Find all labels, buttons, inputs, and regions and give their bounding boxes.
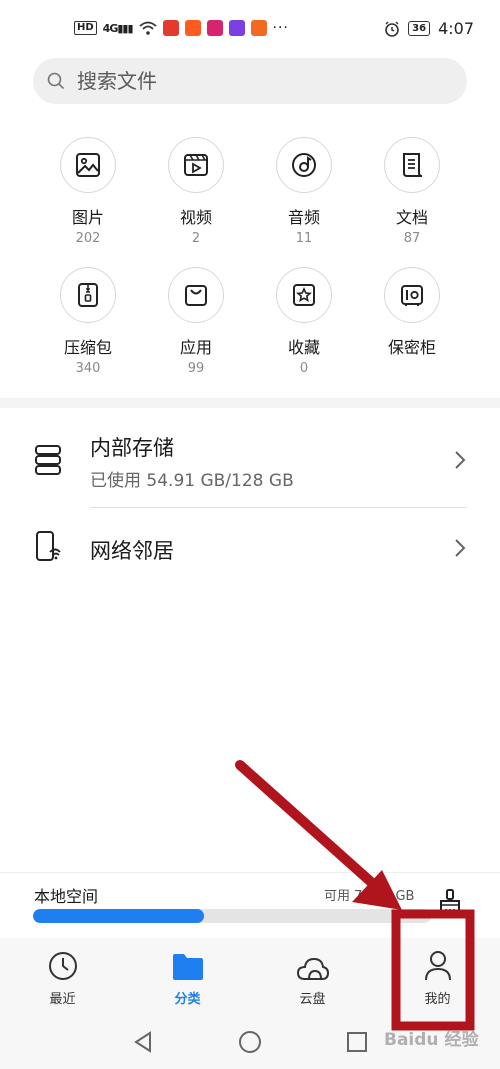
app-notification-icon	[162, 20, 179, 36]
safe-icon	[401, 285, 423, 306]
archive-icon	[78, 283, 98, 307]
category-images[interactable]: 图片 202	[33, 137, 143, 246]
local-space-available: 可用 73.09 GB	[324, 889, 415, 904]
nav-recent[interactable]: 最近	[0, 938, 125, 1016]
file-manager-screen: HD 4G▮▮▮ ··· 36 4:07 图片 202 视频	[0, 0, 500, 1069]
app-notification-icon	[184, 20, 201, 36]
nav-label: 分类	[174, 992, 201, 1007]
category-safe[interactable]: 保密柜	[357, 267, 467, 358]
cleanup-broom-icon[interactable]	[438, 889, 462, 919]
battery-indicator: 36	[408, 21, 431, 36]
app-notification-icon	[250, 20, 267, 36]
app-bag-icon	[185, 285, 207, 306]
nav-label: 我的	[424, 992, 451, 1007]
network-neighbors-row[interactable]: 网络邻居	[0, 508, 500, 588]
search-bar[interactable]	[33, 58, 467, 104]
status-right: 36 4:07	[384, 19, 474, 38]
category-count: 340	[75, 361, 101, 376]
baidu-watermark: Baidu 经验	[384, 1030, 479, 1050]
category-count: 202	[75, 231, 101, 246]
clock-icon	[48, 952, 77, 980]
category-label: 压缩包	[63, 338, 112, 357]
category-count: 99	[187, 361, 205, 376]
category-count: 87	[403, 231, 421, 246]
audio-icon	[292, 153, 316, 177]
search-icon	[47, 72, 65, 90]
chevron-right-icon	[455, 451, 466, 469]
back-triangle-icon[interactable]	[133, 1031, 153, 1053]
category-label: 保密柜	[387, 338, 436, 357]
more-notifications-icon: ···	[272, 20, 289, 36]
nav-label: 云盘	[299, 992, 326, 1007]
category-count: 2	[191, 231, 201, 246]
person-icon	[424, 951, 451, 981]
section-divider	[0, 398, 500, 408]
storage-progress-bar	[33, 909, 431, 923]
clock-time: 4:07	[438, 19, 474, 38]
storage-icon	[35, 445, 61, 475]
nav-label: 最近	[49, 992, 76, 1007]
local-space-panel: 本地空间 可用 73.09 GB	[0, 872, 500, 938]
category-label: 视频	[179, 208, 212, 227]
recents-square-icon[interactable]	[346, 1031, 368, 1053]
category-apps[interactable]: 应用 99	[141, 267, 251, 376]
status-left: HD 4G▮▮▮ ···	[74, 20, 289, 36]
status-bar: HD 4G▮▮▮ ··· 36 4:07	[0, 0, 500, 58]
category-label: 收藏	[287, 338, 320, 357]
wifi-icon	[138, 21, 157, 35]
category-favorites[interactable]: 收藏 0	[249, 267, 359, 376]
bottom-navigation: 最近 分类 云盘 我的	[0, 938, 500, 1016]
category-label: 文档	[395, 208, 428, 227]
app-notification-icon	[228, 20, 245, 36]
internal-storage-usage: 已使用 54.91 GB/128 GB	[90, 471, 294, 491]
storage-progress-fill	[33, 909, 205, 923]
video-icon	[184, 154, 208, 176]
local-space-label: 本地空间	[34, 887, 99, 906]
internal-storage-row[interactable]: 内部存储 已使用 54.91 GB/128 GB	[0, 420, 500, 506]
category-label: 音频	[287, 208, 320, 227]
image-icon	[76, 153, 100, 177]
alarm-icon	[385, 20, 399, 37]
category-archives[interactable]: 压缩包 340	[33, 267, 143, 376]
category-label: 图片	[71, 208, 104, 227]
nav-categories[interactable]: 分类	[125, 938, 250, 1016]
chevron-right-icon	[455, 539, 466, 557]
folder-icon	[172, 954, 203, 980]
signal-icon: 4G▮▮▮	[102, 21, 134, 35]
nav-mine[interactable]: 我的	[375, 938, 500, 1016]
search-input[interactable]	[75, 68, 435, 94]
category-documents[interactable]: 文档 87	[357, 137, 467, 246]
home-circle-icon[interactable]	[238, 1030, 262, 1054]
network-device-icon	[36, 531, 61, 561]
category-count: 0	[299, 361, 309, 376]
network-neighbors-title: 网络邻居	[90, 539, 174, 563]
document-icon	[403, 153, 423, 177]
category-audio[interactable]: 音频 11	[249, 137, 359, 246]
app-notification-icon	[206, 20, 223, 36]
nav-cloud[interactable]: 云盘	[250, 938, 375, 1016]
category-label: 应用	[179, 338, 212, 357]
internal-storage-title: 内部存储	[90, 436, 174, 460]
cloud-icon	[296, 957, 329, 980]
category-count: 11	[295, 231, 313, 246]
star-icon	[293, 284, 315, 306]
hd-indicator: HD	[74, 21, 97, 35]
category-videos[interactable]: 视频 2	[141, 137, 251, 246]
